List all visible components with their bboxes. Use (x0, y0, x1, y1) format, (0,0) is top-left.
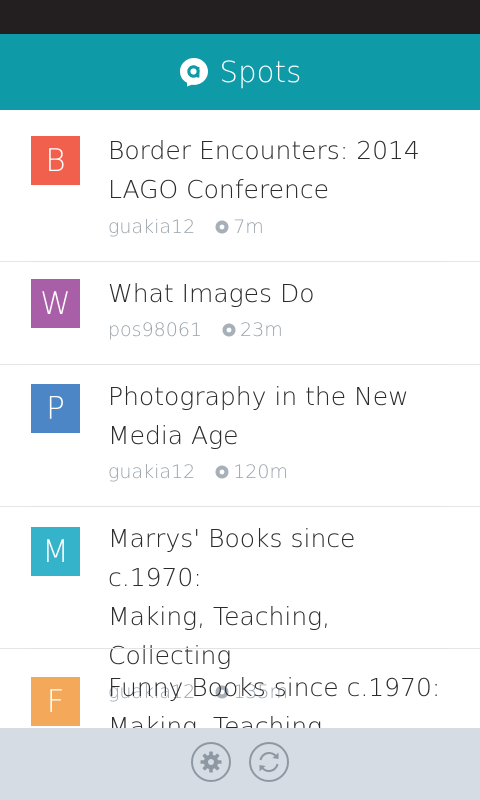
location-pin-icon (215, 465, 229, 479)
spot-avatar: P (31, 384, 80, 433)
spot-user: guakia12 (108, 216, 196, 238)
spots-list: B Border Encounters: 2014 LAGO Conferenc… (0, 110, 480, 728)
spot-title: Border Encounters: 2014 (108, 136, 420, 165)
spot-title: Media Age (108, 421, 239, 450)
spot-distance: 120m (233, 461, 288, 483)
spot-title: Funny Books since c.1970: (108, 673, 441, 702)
spot-avatar: F (31, 677, 80, 726)
spot-title: LAGO Conference (108, 175, 330, 204)
spot-meta: guakia12 7m (108, 213, 450, 241)
spot-distance: 23m (240, 319, 283, 341)
spot-title: What Images Do (108, 279, 315, 308)
spot-user: guakia12 (108, 461, 196, 483)
spot-avatar: B (31, 136, 80, 185)
location-pin-icon (222, 323, 236, 337)
list-item[interactable]: M Marrys' Books since c.1970: Making, Te… (0, 507, 480, 703)
spot-avatar: M (31, 527, 80, 576)
location-pin-icon (215, 220, 229, 234)
page-title: Spots (219, 55, 302, 89)
list-item[interactable]: P Photography in the New Media Age guaki… (0, 365, 480, 507)
spot-distance: 7m (233, 216, 264, 238)
app-bar (0, 728, 480, 800)
settings-button[interactable] (191, 742, 231, 782)
list-item[interactable]: B Border Encounters: 2014 LAGO Conferenc… (0, 110, 480, 262)
spot-title: Making, Teaching, Collecting (108, 712, 331, 728)
list-item[interactable]: F Funny Books since c.1970: Making, Teac… (0, 649, 480, 728)
spot-meta: pos98061 23m (108, 316, 450, 344)
spot-title: Marrys' Books since c.1970: (108, 524, 356, 592)
app-header: Spots (0, 34, 480, 110)
refresh-button[interactable] (249, 742, 289, 782)
spots-logo-icon (178, 56, 210, 88)
list-item[interactable]: W What Images Do pos98061 23m (0, 262, 480, 365)
spot-avatar: W (31, 279, 80, 328)
settings-icon (200, 751, 222, 773)
status-bar (0, 0, 480, 34)
spot-user: pos98061 (108, 319, 203, 341)
spot-meta: guakia12 120m (108, 458, 450, 486)
refresh-icon (259, 752, 279, 772)
spot-title: Photography in the New (108, 382, 409, 411)
